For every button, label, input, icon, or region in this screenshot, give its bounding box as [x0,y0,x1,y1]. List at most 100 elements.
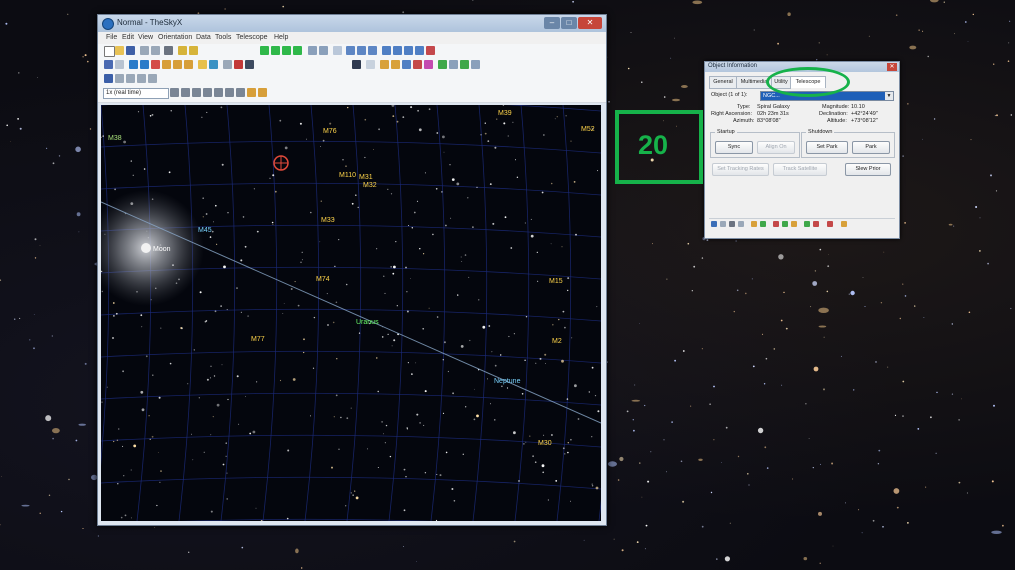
sky-label-m45[interactable]: M45 [198,227,212,234]
menu-view[interactable]: View [138,34,153,41]
sky-label-m38[interactable]: M38 [108,135,122,142]
telescope-icon[interactable] [773,221,779,227]
rotator-icon[interactable] [449,60,458,69]
copy-icon[interactable] [720,221,726,227]
label-icon[interactable] [751,221,757,227]
focus-icon[interactable] [438,60,447,69]
ground-icon[interactable] [357,46,366,55]
chart-icon[interactable] [760,221,766,227]
dss-icon[interactable] [804,221,810,227]
move-up-icon[interactable] [260,46,269,55]
orient-west-icon[interactable] [415,46,424,55]
open-icon[interactable] [115,46,124,55]
chevron-down-icon[interactable]: ▼ [885,92,893,100]
menu-telescope[interactable]: Telescope [236,34,268,41]
target-reticle[interactable] [273,155,289,171]
dome-icon[interactable] [460,60,469,69]
minimize-button[interactable]: – [544,17,560,29]
highlight-icon[interactable] [813,221,819,227]
set-tracking-rates-button[interactable]: Set Tracking Rates [712,163,769,176]
sky-label-uranus[interactable]: Uranus [356,319,379,326]
zoom-in-icon[interactable] [308,46,317,55]
photo-icon[interactable] [115,60,124,69]
slew-prior-button[interactable]: Slew Prior [845,163,891,176]
tab-general[interactable]: General [709,76,737,89]
sky-label-m76[interactable]: M76 [323,128,337,135]
sky-label-moon[interactable]: Moon [153,246,171,253]
sky-label-m2[interactable]: M2 [552,338,562,345]
move-right-icon[interactable] [293,46,302,55]
sky-label-m39[interactable]: M39 [498,110,512,117]
planets-icon[interactable] [151,60,160,69]
track-satellite-button[interactable]: Track Satellite [773,163,827,176]
menu-help[interactable]: Help [274,34,288,41]
orient-zenith-icon[interactable] [426,46,435,55]
menu-file[interactable]: File [106,34,117,41]
satellites-icon[interactable] [184,60,193,69]
notes-icon[interactable] [791,221,797,227]
landscape-icon[interactable] [368,46,377,55]
sync-button[interactable]: Sync [715,141,753,154]
orient-east-icon[interactable] [404,46,413,55]
move-left-icon[interactable] [282,46,291,55]
comets-icon[interactable] [162,60,171,69]
ruler-icon[interactable] [137,74,146,83]
horizon-icon[interactable] [346,46,355,55]
sky-label-m32[interactable]: M32 [363,182,377,189]
orient-south-icon[interactable] [393,46,402,55]
sky-label-m77[interactable]: M77 [251,336,265,343]
list-icon[interactable] [126,74,135,83]
binoculars-icon[interactable] [352,60,361,69]
database-icon[interactable] [209,60,218,69]
dialog-close-button[interactable]: ✕ [887,63,897,71]
sky-label-m31[interactable]: M31 [359,174,373,181]
park-button[interactable]: Park [852,141,890,154]
film-icon[interactable] [245,60,254,69]
loop-icon[interactable] [247,88,256,97]
sky-label-m110[interactable]: M110 [339,172,356,179]
home-icon[interactable] [104,74,113,83]
rewind-fast-icon[interactable] [181,88,190,97]
layers-icon[interactable] [148,74,157,83]
telescope-icon[interactable] [380,60,389,69]
sky-label-neptune[interactable]: Neptune [494,378,521,385]
camera-icon[interactable] [424,60,433,69]
abort-icon[interactable] [413,60,422,69]
grid-icon[interactable] [115,74,124,83]
center-icon[interactable] [711,221,717,227]
target-icon[interactable] [366,60,375,69]
zoom-out-icon[interactable] [319,46,328,55]
step-forward-icon[interactable] [225,88,234,97]
stars-icon[interactable] [129,60,138,69]
maximize-button[interactable]: □ [561,17,577,29]
folder-icon[interactable] [198,60,207,69]
print-icon[interactable] [729,221,735,227]
step-back-icon[interactable] [203,88,212,97]
moon-disc[interactable] [141,243,151,253]
stop-icon[interactable] [214,88,223,97]
context-help-icon[interactable] [189,46,198,55]
chart-icon[interactable] [104,60,113,69]
time-rate-select[interactable]: 1x (real time) [103,88,169,99]
rewind-icon[interactable] [192,88,201,97]
sky-label-m33[interactable]: M33 [321,217,335,224]
play-icon[interactable] [223,60,232,69]
crosshair-icon[interactable] [391,60,400,69]
sky-label-m30[interactable]: M30 [538,440,552,447]
help-icon[interactable] [178,46,187,55]
weather-icon[interactable] [471,60,480,69]
move-down-icon[interactable] [271,46,280,55]
close-button[interactable]: ✕ [578,17,602,29]
print-icon[interactable] [164,46,173,55]
time-now-icon[interactable] [170,88,179,97]
window-titlebar[interactable]: Normal - TheSkyX – □ ✕ [98,15,606,32]
observing-list-icon[interactable] [782,221,788,227]
menu-data[interactable]: Data [196,34,211,41]
align-on-button[interactable]: Align On [757,141,795,154]
sky-chart-canvas[interactable]: M39 M52 M76 M38 M110 M31 M32 M33 M45 Moo… [101,105,601,521]
orient-north-icon[interactable] [382,46,391,55]
new-icon[interactable] [104,46,115,57]
fast-forward-icon[interactable] [236,88,245,97]
record-icon[interactable] [234,60,243,69]
constellations-icon[interactable] [140,60,149,69]
